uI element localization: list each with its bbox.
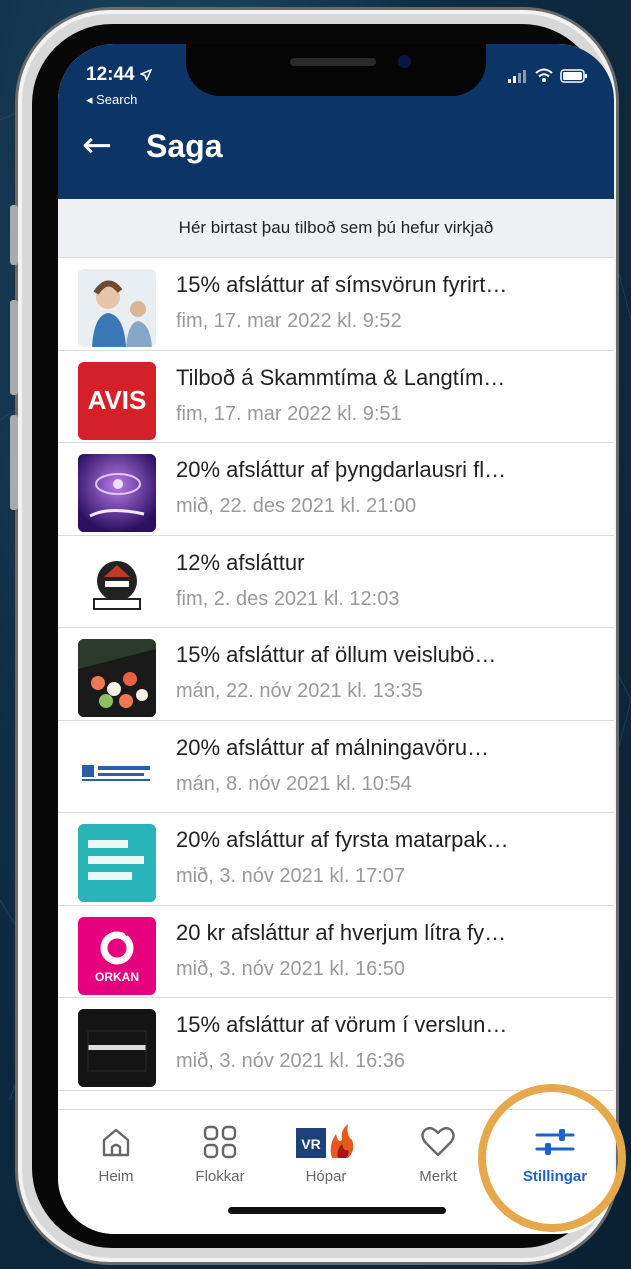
list-item[interactable]: 15% afsláttur af símsvörun fyrirt… fim, …	[58, 258, 614, 351]
list-item[interactable]: AVIS Tilboð á Skammtíma & Langtím… fim, …	[58, 350, 614, 443]
phone-screen: 12:44 ◂ Search ← Saga Hér birtast þau ti…	[58, 44, 614, 1234]
tab-flokkar[interactable]: Flokkar	[170, 1120, 270, 1185]
offer-title: 20% afsláttur af þyngdarlausri fl…	[176, 457, 507, 482]
offer-thumbnail	[78, 731, 156, 810]
volume-down-button	[10, 415, 18, 510]
volume-up-button	[10, 300, 18, 395]
page-title: Saga	[146, 128, 223, 164]
heart-icon	[421, 1126, 455, 1157]
offer-title: 20% afsláttur af málningavöru…	[176, 734, 490, 760]
tab-hopar[interactable]: VR Hópar	[276, 1120, 376, 1185]
location-arrow-icon	[138, 68, 153, 83]
offer-title: 15% afsláttur af símsvörun fyrirt…	[176, 272, 508, 297]
offer-date: fim, 17. mar 2022 kl. 9:52	[176, 310, 402, 332]
history-list: 15% afsláttur af símsvörun fyrirt… fim, …	[58, 258, 614, 1091]
offer-date: mið, 3. nóv 2021 kl. 16:50	[176, 957, 406, 980]
list-item[interactable]: 20% afsláttur af fyrsta matarpak… mið, 3…	[58, 813, 614, 906]
offer-title: 12% afsláttur	[176, 549, 305, 575]
list-item[interactable]: 20% afsláttur af málningavöru… mán, 8. n…	[58, 720, 614, 813]
orkan-logo: ORKAN	[78, 916, 156, 995]
offer-date: fim, 2. des 2021 kl. 12:03	[176, 587, 400, 610]
vr-logo-icon: VR	[296, 1124, 354, 1158]
list-item[interactable]: 15% afsláttur af öllum veislubö… mán, 22…	[58, 628, 614, 721]
paint-store-logo-icon	[82, 764, 150, 781]
home-icon	[102, 1128, 130, 1157]
tab-merkt[interactable]: Merkt	[388, 1120, 488, 1185]
sushi-platter-image-icon	[78, 639, 156, 717]
orkan-logo-text: ORKAN	[95, 969, 139, 984]
offer-title: 15% afsláttur af öllum veislubö…	[176, 642, 497, 667]
tab-label: Flokkar	[195, 1168, 245, 1185]
offer-thumbnail	[78, 639, 156, 717]
offer-date: mán, 22. nóv 2021 kl. 13:35	[176, 680, 423, 702]
offer-date: mið, 3. nóv 2021 kl. 16:36	[176, 1050, 406, 1072]
offer-thumbnail	[78, 1009, 156, 1087]
back-to-search-link[interactable]: ◂ Search	[86, 92, 137, 108]
vr-logo-text: VR	[301, 1136, 320, 1152]
offer-thumbnail	[78, 269, 156, 347]
highlight-ring	[478, 1084, 626, 1232]
offer-date: mán, 8. nóv 2021 kl. 10:54	[176, 772, 412, 795]
offer-title: 15% afsláttur af vörum í verslun…	[176, 1012, 508, 1037]
mute-switch	[10, 205, 18, 265]
offer-thumbnail	[78, 824, 156, 902]
notch	[186, 44, 486, 96]
speaker	[290, 58, 376, 66]
offer-thumbnail	[78, 546, 156, 625]
list-item[interactable]: 15% afsláttur af vörum í verslun… mið, 3…	[58, 998, 614, 1091]
tab-heim[interactable]: Heim	[66, 1120, 166, 1185]
wifi-icon	[535, 68, 553, 82]
app-header: 12:44 ◂ Search ← Saga	[58, 44, 614, 199]
avis-logo-text: AVIS	[87, 385, 147, 415]
offer-thumbnail	[78, 454, 156, 532]
battery-icon	[560, 68, 587, 83]
tab-label: Hópar	[305, 1168, 347, 1185]
grid-icon	[203, 1125, 237, 1159]
call-center-image-icon	[78, 269, 156, 347]
offer-title: 20 kr afsláttur af hverjum lítra fy…	[176, 919, 507, 945]
info-banner: Hér birtast þau tilboð sem þú hefur virk…	[58, 199, 614, 258]
orkan-circle-icon	[100, 927, 135, 964]
signal-icon	[508, 69, 526, 83]
meal-kit-logo-icon	[78, 824, 156, 902]
status-icons	[508, 68, 588, 83]
list-item[interactable]: ORKAN 20 kr afsláttur af hverjum lítra f…	[58, 905, 614, 998]
back-arrow-button[interactable]: ←	[82, 126, 112, 166]
list-item[interactable]: 20% afsláttur af þyngdarlausri fl… mið, …	[58, 443, 614, 536]
emblem-logo-icon	[93, 560, 141, 610]
offer-date: mið, 3. nóv 2021 kl. 17:07	[176, 865, 406, 887]
store-logo-icon	[78, 1009, 156, 1087]
offer-date: fim, 17. mar 2022 kl. 9:51	[176, 402, 402, 425]
front-camera	[398, 55, 411, 68]
offer-title: 20% afsláttur af fyrsta matarpak…	[176, 827, 509, 852]
status-time: 12:44	[86, 64, 153, 86]
offer-title: Tilboð á Skammtíma & Langtím…	[176, 364, 506, 390]
tab-label: Merkt	[419, 1168, 457, 1185]
tab-label: Heim	[98, 1168, 134, 1185]
list-item[interactable]: 12% afsláttur fim, 2. des 2021 kl. 12:03	[58, 535, 614, 628]
avis-logo: AVIS	[78, 361, 156, 440]
floating-spa-image-icon	[78, 454, 156, 532]
offer-date: mið, 22. des 2021 kl. 21:00	[176, 495, 417, 517]
home-indicator[interactable]	[228, 1207, 446, 1214]
